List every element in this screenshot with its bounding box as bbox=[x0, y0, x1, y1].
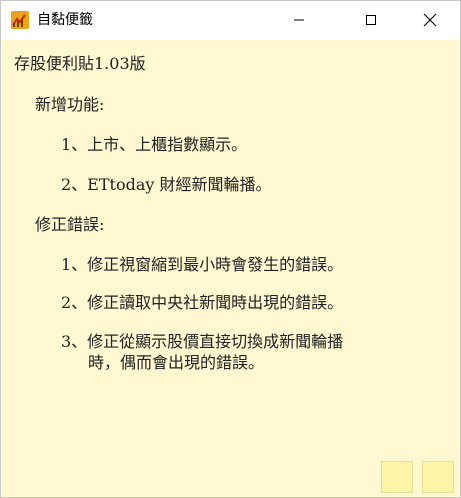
new-item-1: 1、上市、上櫃指數顯示。 bbox=[61, 135, 248, 154]
maximize-button[interactable] bbox=[348, 1, 394, 39]
note-corner-button-left[interactable] bbox=[381, 461, 413, 493]
note-heading: 存股便利貼1.03版 bbox=[14, 54, 146, 73]
minimize-icon bbox=[294, 19, 304, 21]
section-new-features: 新增功能: bbox=[35, 95, 105, 114]
section-bug-fixes: 修正錯誤: bbox=[35, 215, 105, 234]
window-title: 自黏便籤 bbox=[37, 12, 93, 28]
fix-item-3-continued: 時，偶而會出現的錯誤。 bbox=[88, 353, 265, 372]
fix-item-2: 2、修正讀取中央社新聞時出現的錯誤。 bbox=[61, 293, 344, 312]
fix-item-3: 3、修正從顯示股價直接切換成新聞輪播 bbox=[61, 332, 344, 351]
fix-item-1: 1、修正視窗縮到最小時會發生的錯誤。 bbox=[61, 255, 344, 274]
close-icon bbox=[423, 13, 437, 27]
note-content[interactable]: 存股便利貼1.03版 新增功能: 1、上市、上櫃指數顯示。 2、ETtoday … bbox=[1, 40, 460, 497]
sticky-note-window: 自黏便籤 存股便利貼1.03版 新增功能: 1、上市、上櫃指數顯示。 2、ETt… bbox=[0, 0, 461, 498]
maximize-icon bbox=[366, 15, 376, 25]
new-item-2: 2、ETtoday 財經新聞輪播。 bbox=[61, 175, 272, 194]
title-bar[interactable]: 自黏便籤 bbox=[1, 1, 460, 39]
note-corner-button-right[interactable] bbox=[422, 461, 454, 493]
app-icon bbox=[11, 11, 29, 29]
close-button[interactable] bbox=[407, 1, 453, 39]
minimize-button[interactable] bbox=[276, 1, 322, 39]
